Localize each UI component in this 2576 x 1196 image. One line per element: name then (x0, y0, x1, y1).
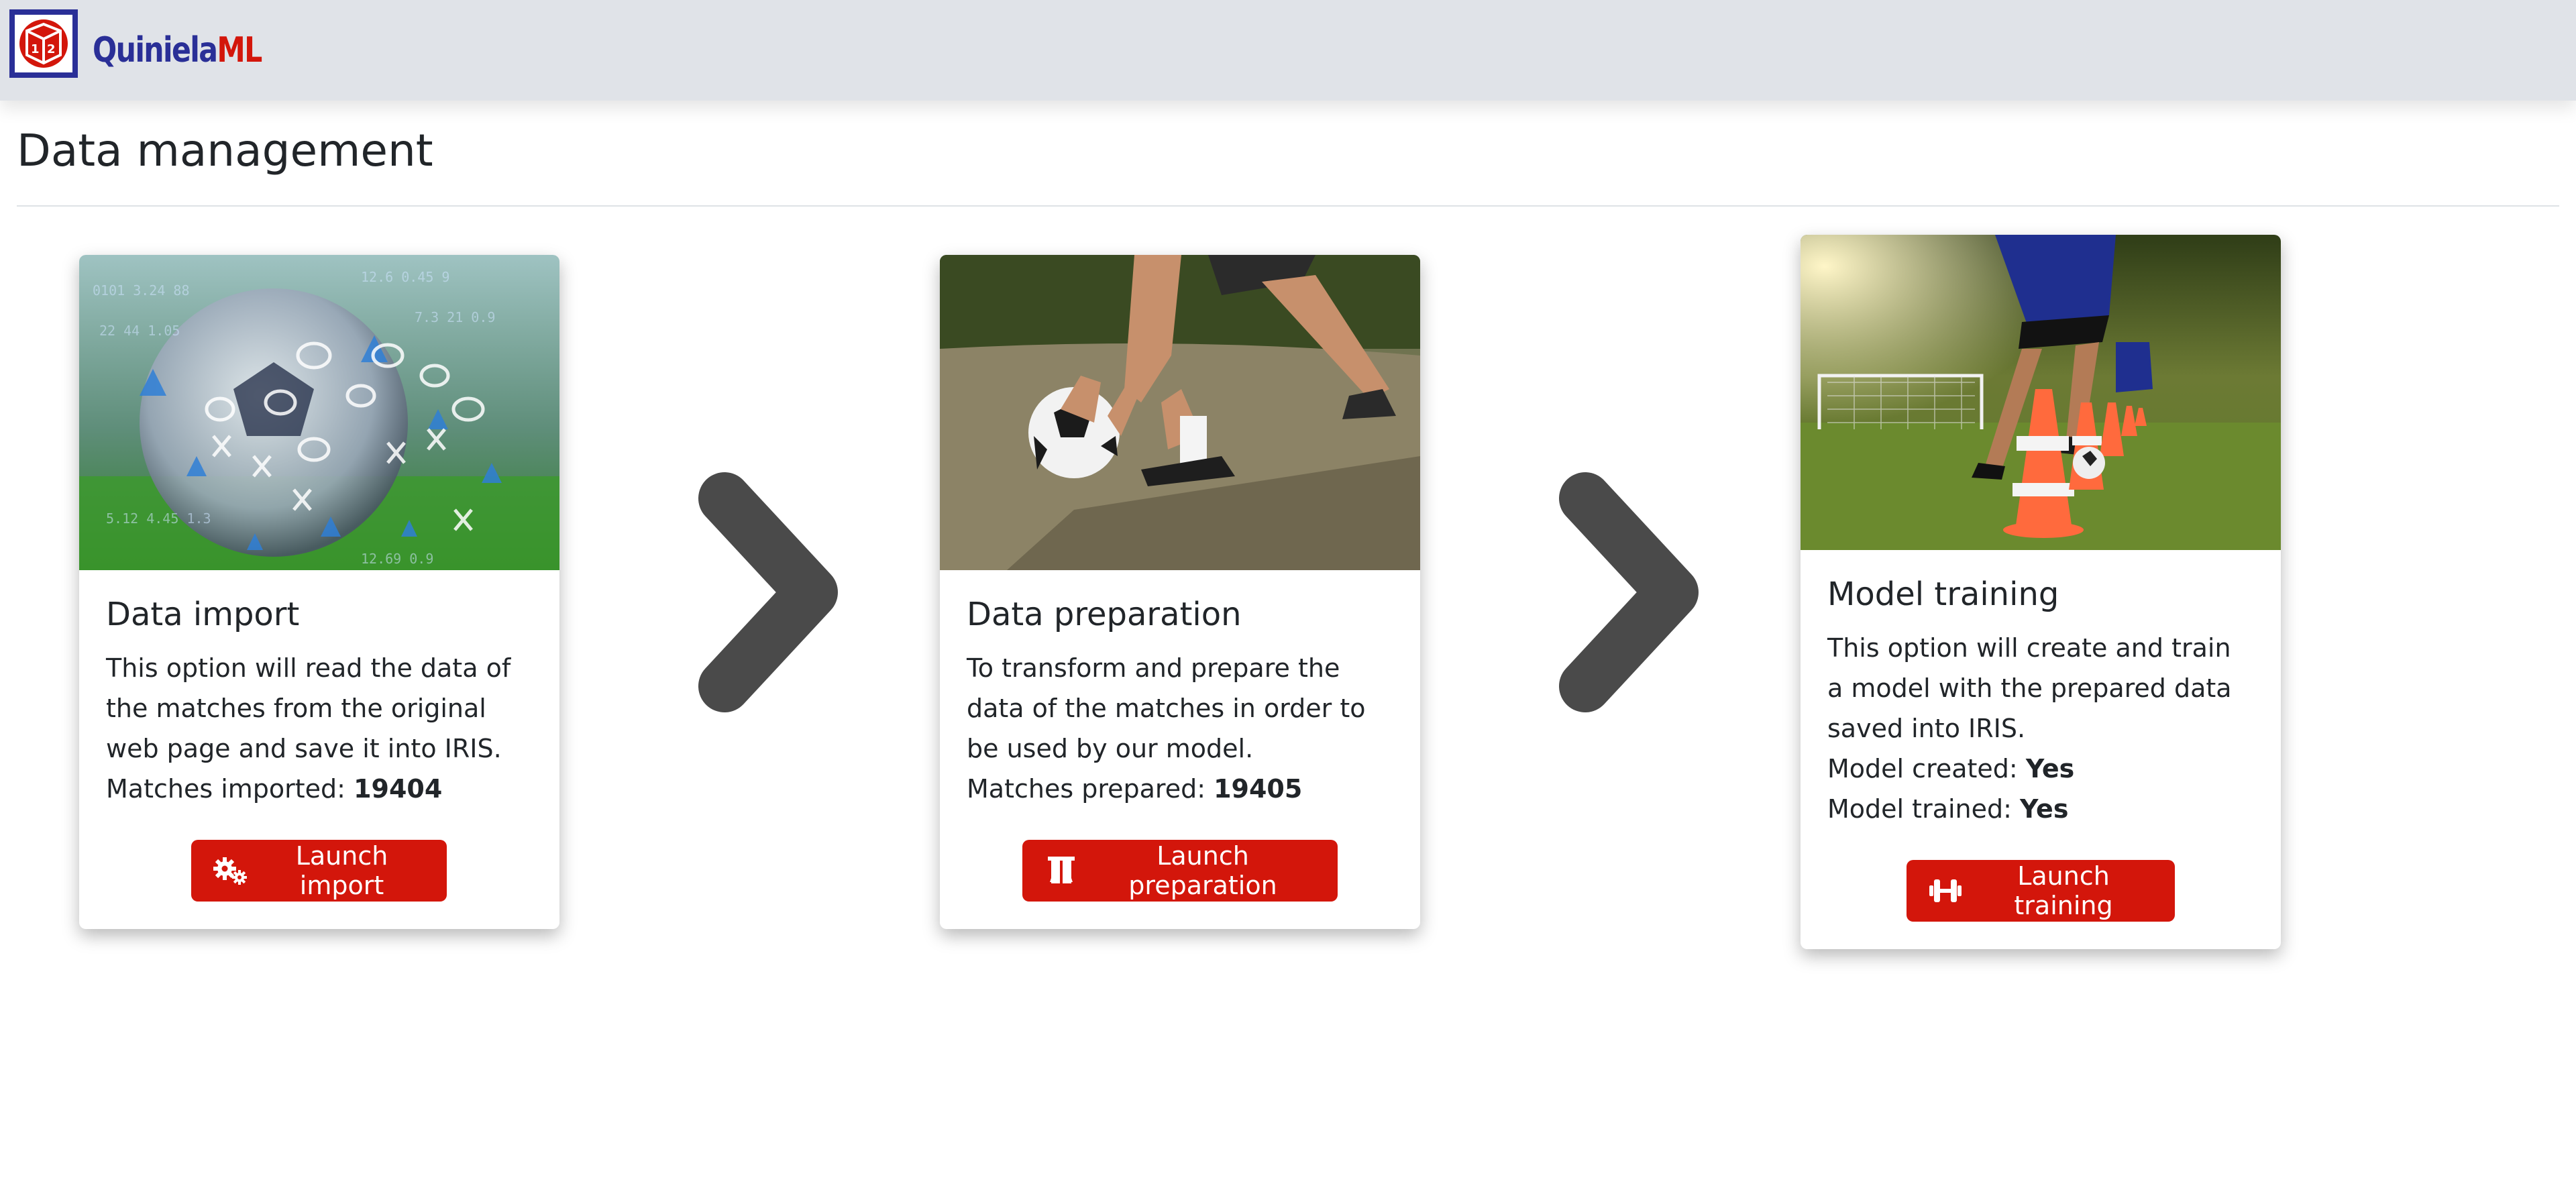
stat-label: Model trained: (1827, 794, 2021, 824)
card-image-data-import: 0101 3.24 88 12.6 0.45 9 22 44 1.05 7.3 21… (79, 255, 559, 570)
card-image-model-training (1801, 235, 2281, 550)
gears-icon (213, 855, 248, 886)
launch-import-button[interactable]: Launch import (191, 840, 447, 902)
matches-imported-stat: Matches imported: 19404 (106, 769, 533, 809)
card-data-preparation: Data preparation To transform and prepar… (940, 255, 1420, 929)
svg-text:12.6 0.45 9: 12.6 0.45 9 (361, 269, 449, 285)
svg-text:2: 2 (47, 42, 56, 56)
title-divider (17, 205, 2559, 207)
top-navbar: 1 2 QuinielaML (0, 0, 2576, 101)
flask-icon (1044, 855, 1079, 886)
dumbbell-icon (1928, 875, 1963, 906)
card-image-data-preparation (940, 255, 1420, 570)
svg-text:1: 1 (31, 42, 40, 56)
card-description: This option will create and train a mode… (1827, 633, 2232, 743)
card-title: Model training (1827, 576, 2059, 613)
svg-text:22 44 1.05: 22 44 1.05 (99, 323, 180, 339)
stat-label: Matches imported: (106, 774, 354, 804)
logo-icon[interactable]: 1 2 (9, 9, 78, 78)
model-created-stat: Model created: Yes (1827, 749, 2254, 789)
card-model-training: Model training This option will create a… (1801, 235, 2281, 949)
button-label: Launch training (2014, 861, 2113, 920)
stat-value: Yes (2025, 754, 2075, 783)
svg-text:5.12 4.45 1.3: 5.12 4.45 1.3 (106, 510, 211, 527)
svg-text:7.3 21 0.9: 7.3 21 0.9 (415, 309, 495, 325)
card-description: This option will read the data of the ma… (106, 653, 511, 763)
brand-part-2: ML (217, 30, 262, 70)
chevron-right-icon (684, 465, 845, 720)
card-data-import: 0101 3.24 88 12.6 0.45 9 22 44 1.05 7.3 21… (79, 255, 559, 929)
page-title: Data management (17, 125, 433, 176)
launch-preparation-button[interactable]: Launch preparation (1022, 840, 1338, 902)
launch-training-button[interactable]: Launch training (1907, 860, 2175, 922)
card-body-data-preparation: Data preparation To transform and prepar… (967, 594, 1393, 809)
brand-part-1: Quiniela (93, 30, 218, 70)
card-title: Data preparation (967, 596, 1242, 633)
brand-name[interactable]: QuinielaML (93, 27, 262, 74)
svg-text:0101 3.24 88: 0101 3.24 88 (93, 282, 190, 298)
svg-text:12.69 0.9: 12.69 0.9 (361, 551, 433, 567)
model-trained-stat: Model trained: Yes (1827, 789, 2254, 829)
card-description: To transform and prepare the data of the… (967, 653, 1366, 763)
button-label: Launch import (295, 841, 388, 900)
chevron-right-icon (1545, 465, 1706, 720)
stat-label: Model created: (1827, 754, 2026, 783)
stat-value: 19404 (354, 774, 443, 804)
card-body-model-training: Model training This option will create a… (1827, 574, 2254, 829)
stat-value: 19405 (1214, 774, 1303, 804)
card-title: Data import (106, 596, 300, 633)
stat-label: Matches prepared: (967, 774, 1214, 804)
matches-prepared-stat: Matches prepared: 19405 (967, 769, 1393, 809)
button-label: Launch preparation (1128, 841, 1277, 900)
stat-value: Yes (2020, 794, 2069, 824)
card-body-data-import: Data import This option will read the da… (106, 594, 533, 809)
